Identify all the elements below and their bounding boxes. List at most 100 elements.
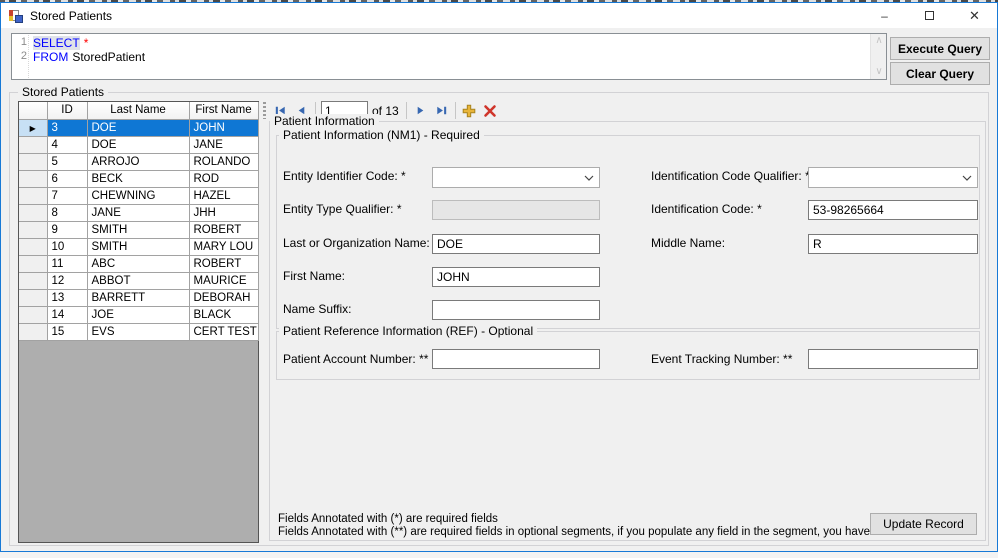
table-row[interactable]: 4 DOE JANE [19,136,259,154]
identification-code-field[interactable] [808,200,978,220]
row-selector-cell[interactable] [19,187,48,205]
close-button[interactable]: ✕ [952,3,997,28]
grid-cell[interactable]: 13 [47,289,88,307]
move-next-button[interactable] [410,100,431,121]
grid-cell[interactable]: CERT TEST [189,323,259,341]
table-row[interactable]: 9 SMITH ROBERT [19,221,259,239]
query-scrollbar[interactable]: ∧ ∨ [870,34,886,79]
row-selector-cell[interactable] [19,204,48,222]
table-row[interactable]: 8 JANE JHH [19,204,259,222]
first-name-field[interactable] [432,267,600,287]
row-selector-cell[interactable] [19,136,48,154]
grid-cell[interactable]: 5 [47,153,88,171]
table-row[interactable]: 14 JOE BLACK [19,306,259,324]
grid-cell[interactable]: JANE [189,136,259,154]
grid-cell[interactable]: ARROJO [87,153,190,171]
grid-cell[interactable]: BECK [87,170,190,188]
grid-cell[interactable]: BARRETT [87,289,190,307]
grid-cell[interactable]: JOE [87,306,190,324]
toolbar-gripper[interactable] [263,102,266,119]
grid-cell[interactable]: 8 [47,204,88,222]
grid-cell[interactable]: CHEWNING [87,187,190,205]
row-selector-cell[interactable] [19,289,48,307]
grid-cell[interactable]: SMITH [87,221,190,239]
sql-token: * [83,36,89,50]
table-row[interactable]: 15 EVS CERT TEST [19,323,259,341]
grid-cell[interactable]: DOE [87,119,190,137]
row-selector-cell[interactable] [19,238,48,256]
event-tracking-number-field[interactable] [808,349,978,369]
grid-cell[interactable]: 4 [47,136,88,154]
identification-code-qualifier-label: Identification Code Qualifier: * [651,169,810,183]
grid-cell[interactable]: BLACK [189,306,259,324]
middle-name-field[interactable] [808,234,978,254]
last-org-name-field[interactable] [432,234,600,254]
table-row[interactable]: 6 BECK ROD [19,170,259,188]
scroll-up-icon[interactable]: ∧ [871,34,887,48]
row-selector-cell[interactable] [19,255,48,273]
grid-cell[interactable]: JHH [189,204,259,222]
grid-cell[interactable]: 12 [47,272,88,290]
add-new-record-button[interactable] [459,100,480,121]
grid-cell[interactable]: MARY LOU [189,238,259,256]
grid-cell[interactable]: 15 [47,323,88,341]
grid-cell[interactable]: 10 [47,238,88,256]
middle-name-label: Middle Name: [651,236,726,250]
table-row[interactable]: 12 ABBOT MAURICE [19,272,259,290]
grid-cell[interactable]: ABC [87,255,190,273]
grid-cell[interactable]: EVS [87,323,190,341]
minimize-button[interactable]: – [862,3,907,28]
grid-cell[interactable]: SMITH [87,238,190,256]
row-selector-cell[interactable] [19,306,48,324]
grid-cell[interactable]: MAURICE [189,272,259,290]
row-selector-cell[interactable]: ▶ [19,119,48,137]
delete-record-button[interactable] [480,100,501,121]
row-selector-cell[interactable] [19,221,48,239]
patient-account-number-field[interactable] [432,349,600,369]
identification-code-qualifier-combobox[interactable] [808,167,978,188]
clear-query-button[interactable]: Clear Query [890,62,990,85]
grid-cell[interactable]: 9 [47,221,88,239]
grid-cell[interactable]: 7 [47,187,88,205]
entity-identifier-code-combobox[interactable] [432,167,600,188]
grid-cell[interactable]: 6 [47,170,88,188]
column-header-id[interactable]: ID [47,102,88,120]
grid-cell[interactable]: 3 [47,119,88,137]
table-row[interactable]: 7 CHEWNING HAZEL [19,187,259,205]
column-header-first-name[interactable]: First Name [189,102,259,120]
table-row[interactable]: 11 ABC ROBERT [19,255,259,273]
grid-cell[interactable]: JOHN [189,119,259,137]
title-bar: Stored Patients – ✕ [1,3,997,28]
execute-query-button[interactable]: Execute Query [890,37,990,60]
row-selector-cell[interactable] [19,323,48,341]
grid-cell[interactable]: ROLANDO [189,153,259,171]
sql-query-editor[interactable]: 1 2 SELECT * FROM StoredPatient ∧ ∨ [11,33,887,80]
chevron-down-icon [584,175,594,181]
row-selector-cell[interactable] [19,272,48,290]
patients-data-grid[interactable]: ID Last Name First Name ▶ 3 DOE JOHN 4 DOE JAN… [18,101,259,543]
patient-information-group-label: Patient Information [270,114,379,128]
maximize-button[interactable] [907,3,952,28]
table-row[interactable]: 5 ARROJO ROLANDO [19,153,259,171]
column-header-last-name[interactable]: Last Name [87,102,190,120]
grid-cell[interactable]: HAZEL [189,187,259,205]
scroll-down-icon[interactable]: ∨ [871,65,887,79]
table-row[interactable]: ▶ 3 DOE JOHN [19,119,259,137]
grid-cell[interactable]: ROBERT [189,221,259,239]
grid-cell[interactable]: 14 [47,306,88,324]
row-selector-cell[interactable] [19,170,48,188]
grid-cell[interactable]: DEBORAH [189,289,259,307]
grid-cell[interactable]: DOE [87,136,190,154]
grid-cell[interactable]: JANE [87,204,190,222]
row-selector-header[interactable] [19,102,48,120]
name-suffix-field[interactable] [432,300,600,320]
update-record-button[interactable]: Update Record [870,513,977,535]
grid-cell[interactable]: 11 [47,255,88,273]
grid-cell[interactable]: ROBERT [189,255,259,273]
row-selector-cell[interactable] [19,153,48,171]
grid-cell[interactable]: ROD [189,170,259,188]
table-row[interactable]: 13 BARRETT DEBORAH [19,289,259,307]
grid-cell[interactable]: ABBOT [87,272,190,290]
move-last-button[interactable] [431,100,452,121]
table-row[interactable]: 10 SMITH MARY LOU [19,238,259,256]
